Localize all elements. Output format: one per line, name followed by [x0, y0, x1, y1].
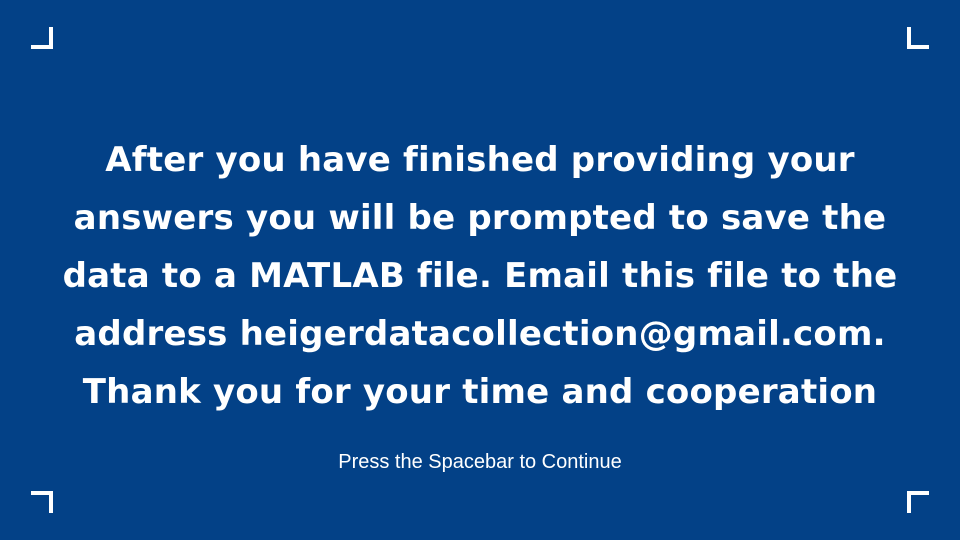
corner-bracket-bottom-right: [907, 491, 929, 513]
message-line: answers you will be prompted to save the: [73, 198, 887, 238]
corner-bracket-top-right: [907, 27, 929, 49]
message-line: data to a MATLAB file. Email this file t…: [62, 256, 898, 296]
instruction-message: After you have finished providing your a…: [30, 131, 930, 421]
corner-bracket-top-left: [31, 27, 53, 49]
corner-bracket-bottom-left: [31, 491, 53, 513]
message-line: After you have finished providing your: [105, 140, 855, 180]
continue-prompt: Press the Spacebar to Continue: [338, 451, 622, 473]
message-line: Thank you for your time and cooperation: [82, 372, 878, 412]
message-line: address heigerdatacollection@gmail.com.: [74, 314, 886, 354]
